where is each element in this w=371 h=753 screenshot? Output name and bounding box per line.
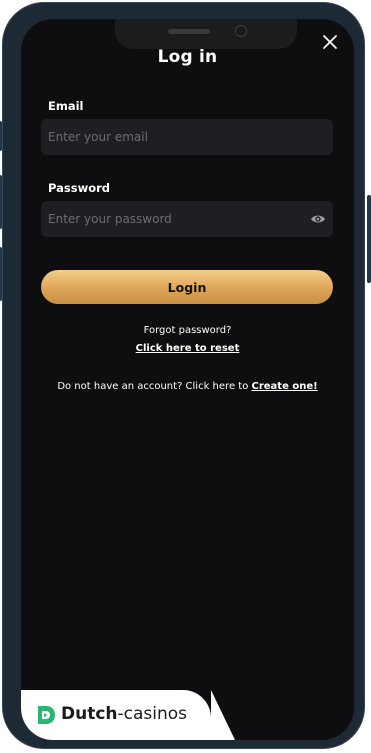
signup-text: Do not have an account? Click here to <box>57 381 249 392</box>
email-field-container <box>41 119 333 155</box>
app-screen: Log in Email Password Login Forgot passw… <box>21 19 354 740</box>
camera-icon <box>235 25 247 37</box>
phone-side-button <box>367 195 371 283</box>
close-icon[interactable] <box>321 33 339 51</box>
watermark-badge: Dutch-casinos <box>21 690 235 740</box>
brand-name-rest: -casinos <box>117 704 188 724</box>
signup-row: Do not have an account? Click here to Cr… <box>21 381 354 392</box>
email-field[interactable] <box>41 119 333 155</box>
dutch-casinos-logo-icon <box>38 706 55 724</box>
phone-notch <box>115 19 297 49</box>
brand-name: Dutch-casinos <box>61 704 187 724</box>
create-account-link[interactable]: Create one! <box>252 381 318 392</box>
reset-password-link[interactable]: Click here to reset <box>136 343 240 354</box>
eye-icon[interactable] <box>310 211 326 227</box>
brand-name-bold: Dutch <box>61 704 118 724</box>
forgot-password-text: Forgot password? <box>143 325 232 336</box>
phone-frame: Log in Email Password Login Forgot passw… <box>0 2 371 749</box>
password-field[interactable] <box>41 201 333 237</box>
phone-side-button <box>0 175 2 229</box>
login-button[interactable]: Login <box>41 270 333 304</box>
password-label: Password <box>48 181 110 195</box>
email-label: Email <box>48 99 84 113</box>
phone-side-button <box>0 121 2 151</box>
phone-side-button <box>0 247 2 301</box>
reset-link-row: Click here to reset <box>21 343 354 354</box>
speaker-grille <box>168 29 210 34</box>
page-title: Log in <box>157 47 218 67</box>
password-field-container <box>41 201 333 237</box>
